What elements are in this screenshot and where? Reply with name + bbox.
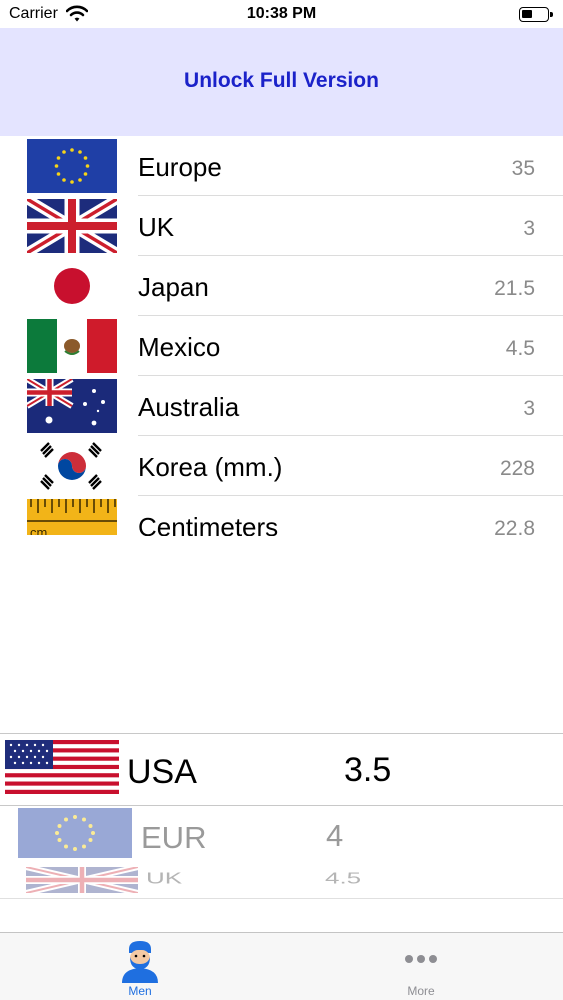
more-dots-icon [399,939,443,983]
mexico-flag-icon [27,319,117,373]
size-value: 3 [523,217,535,240]
size-picker[interactable]: USA 3.5 EUR 4 UK 4.5 [0,733,563,933]
uk-flag-icon [26,867,138,893]
size-value: 4.5 [505,337,535,360]
picker-selected-row[interactable]: USA 3.5 [0,735,563,805]
uk-flag-icon [27,199,117,253]
battery-icon [519,7,553,22]
japan-flag-icon [27,259,117,313]
picker-bottom-line [0,898,563,899]
tab-label: Men [128,984,152,998]
unlock-label: Unlock Full Version [184,69,379,92]
picker-country-code: EUR [141,820,207,855]
tab-men[interactable]: Men [40,933,240,1000]
country-name: Korea (mm.) [138,452,283,482]
size-value: 21.5 [494,277,535,300]
tab-more[interactable]: More [321,933,521,1000]
size-value: 35 [511,157,535,180]
eu-flag-icon [18,808,132,858]
picker-size-value: 3.5 [344,751,392,789]
list-item-korea[interactable]: Korea (mm.) 228 [0,436,563,496]
man-avatar-icon [118,939,162,983]
picker-country-code: UK [146,869,183,887]
picker-row[interactable]: EUR 4 [0,805,563,867]
usa-flag-icon [5,740,119,794]
size-value: 228 [499,457,535,480]
ruler-icon: cm [27,499,117,535]
tab-label: More [407,984,435,998]
status-time: 10:38 PM [246,5,317,22]
size-value: 22.8 [494,517,535,536]
list-item-mexico[interactable]: Mexico 4.5 [0,316,563,376]
picker-row[interactable]: UK 4.5 [0,865,563,895]
picker-country-code: USA [127,753,197,791]
list-item-australia[interactable]: Australia 3 [0,376,563,436]
eu-flag-icon [27,139,117,193]
korea-flag-icon [27,439,117,493]
picker-size-value: 4.5 [325,869,362,887]
status-bar: Carrier 10:38 PM [0,0,563,30]
list-item-uk[interactable]: UK 3 [0,196,563,256]
country-name: UK [138,212,175,242]
size-conversion-list[interactable]: Europe 35 UK 3 Japan 21.5 Mexico 4.5 Aus… [0,136,563,536]
picker-top-line [0,733,563,734]
tab-bar: Men More [0,932,563,1000]
country-name: Europe [138,152,222,182]
country-name: Australia [138,392,240,422]
australia-flag-icon [27,379,117,433]
svg-text:cm: cm [30,525,47,535]
list-item-centimeters[interactable]: cm Centimeters 22.8 [0,496,563,536]
picker-size-value: 4 [326,818,344,853]
list-item-europe[interactable]: Europe 35 [0,136,563,196]
country-name: Mexico [138,332,221,362]
list-item-japan[interactable]: Japan 21.5 [0,256,563,316]
unlock-full-version-button[interactable]: Unlock Full Version [0,28,563,136]
size-value: 3 [523,397,535,420]
country-name: Japan [138,272,209,302]
country-name: Centimeters [138,512,279,536]
